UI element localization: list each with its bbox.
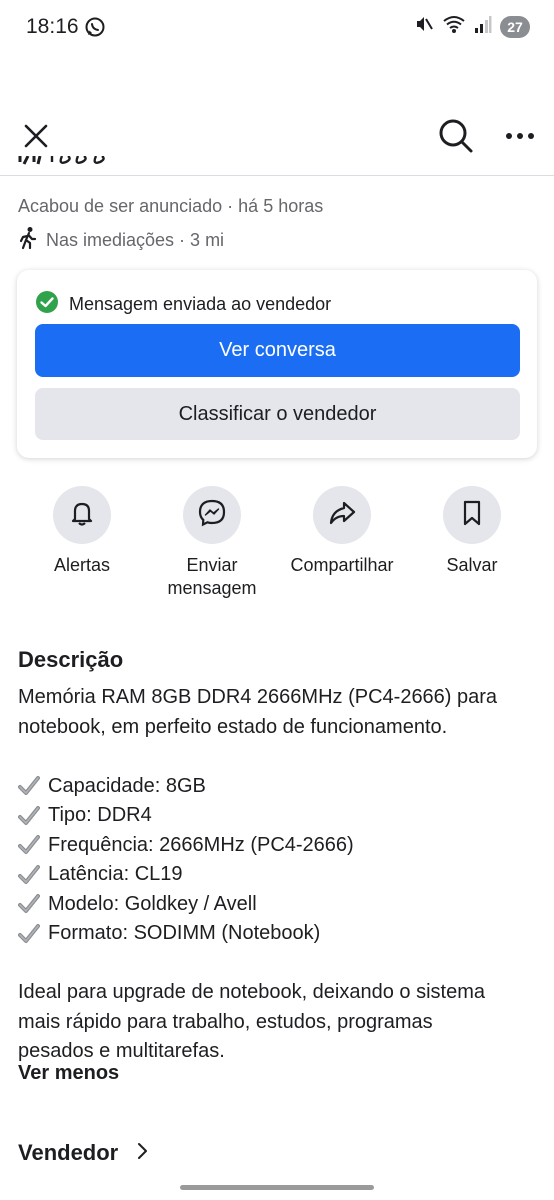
feature-item: Tipo: DDR4 <box>18 801 543 831</box>
description-line: Ideal para upgrade de notebook, deixando… <box>18 981 486 1003</box>
action-send-message[interactable]: Enviar mensagem <box>142 486 282 600</box>
check-mark-icon <box>18 864 40 886</box>
close-icon[interactable] <box>18 118 54 154</box>
bell-icon <box>68 499 96 532</box>
check-mark-icon <box>18 893 40 915</box>
feature-text: Tipo: DDR4 <box>48 804 152 826</box>
rate-seller-button[interactable]: Classificar o vendedor <box>35 388 520 440</box>
listed-time-ago: · há 5 horas <box>227 196 324 216</box>
more-icon[interactable] <box>500 118 540 154</box>
messenger-icon <box>197 498 227 533</box>
feature-text: Frequência: 2666MHz (PC4-2666) <box>48 833 354 856</box>
search-icon[interactable] <box>436 116 476 156</box>
description-line: Memória RAM 8GB DDR4 2666MHz (PC4-2666) … <box>18 686 498 708</box>
location-row: Nas imediações · 3 mi <box>16 226 224 255</box>
battery-badge: 27 <box>500 15 530 38</box>
action-save-circle[interactable] <box>443 486 501 544</box>
action-save[interactable]: Salvar <box>402 486 542 577</box>
seller-title: Vendedor <box>18 1140 119 1165</box>
message-status: Mensagem enviada ao vendedor <box>35 290 331 319</box>
home-indicator[interactable] <box>180 1185 374 1190</box>
feature-item: Modelo: Goldkey / Avell <box>18 890 543 920</box>
view-conversation-button[interactable]: Ver conversa <box>35 324 520 377</box>
action-save-label: Salvar <box>446 555 498 575</box>
message-card: Mensagem enviada ao vendedor Ver convers… <box>17 270 537 458</box>
action-alerts-circle[interactable] <box>53 486 111 544</box>
see-less-link[interactable]: Ver menos <box>18 1062 119 1085</box>
action-share-circle[interactable] <box>313 486 371 544</box>
check-mark-icon <box>18 923 40 945</box>
status-bar: 18:16 27 <box>0 0 554 56</box>
feature-item: Frequência: 2666MHz (PC4-2666) <box>18 831 543 861</box>
check-circle-icon <box>35 290 69 319</box>
action-alerts[interactable]: Alertas <box>12 486 152 577</box>
feature-text: Latência: CL19 <box>48 863 183 885</box>
actions-row: Alertas Enviar mensagem Compartilhar Sal… <box>0 486 554 606</box>
share-icon <box>327 499 357 532</box>
listed-time: Acabou de ser anunciado · há 5 horas <box>18 196 323 217</box>
feature-text: Formato: SODIMM (Notebook) <box>48 922 321 944</box>
status-time: 18:16 <box>26 15 79 38</box>
feature-text: Modelo: Goldkey / Avell <box>48 892 257 915</box>
whatsapp-icon <box>84 16 106 38</box>
description-line: notebook, em perfeito estado de funciona… <box>18 715 448 738</box>
action-share-label: Compartilhar <box>290 555 394 575</box>
feature-item: Formato: SODIMM (Notebook) <box>18 919 543 949</box>
action-alerts-label: Alertas <box>53 555 111 575</box>
description-title: Descrição <box>18 647 124 672</box>
feature-text: Capacidade: 8GB <box>48 774 206 797</box>
feature-item: Capacidade: 8GB <box>18 772 543 802</box>
description-line: mais rápido para trabalho, estudos, prog… <box>18 1010 433 1033</box>
listed-label: Acabou de ser anunciado <box>18 196 223 216</box>
mute-icon <box>414 14 434 39</box>
chevron-right-icon <box>136 1142 148 1165</box>
check-mark-icon <box>18 834 40 856</box>
feature-item: Latência: CL19 <box>18 860 543 890</box>
message-status-text: Mensagem enviada ao vendedor <box>69 294 332 314</box>
action-share[interactable]: Compartilhar <box>272 486 412 577</box>
walking-icon <box>16 226 46 255</box>
action-send-message-circle[interactable] <box>183 486 241 544</box>
description-body: Memória RAM 8GB DDR4 2666MHz (PC4-2666) … <box>18 683 543 1067</box>
location-text: Nas imediações · 3 mi <box>46 230 225 250</box>
seller-row[interactable]: Vendedor <box>18 1140 148 1166</box>
action-send-message-label: Enviar mensagem <box>167 555 257 598</box>
check-mark-icon <box>18 805 40 827</box>
check-mark-icon <box>18 775 40 797</box>
nav-divider <box>0 175 554 176</box>
signal-icon <box>474 14 492 39</box>
wifi-icon <box>442 14 466 39</box>
scrolled-price <box>18 156 138 175</box>
bookmark-icon <box>460 499 484 532</box>
